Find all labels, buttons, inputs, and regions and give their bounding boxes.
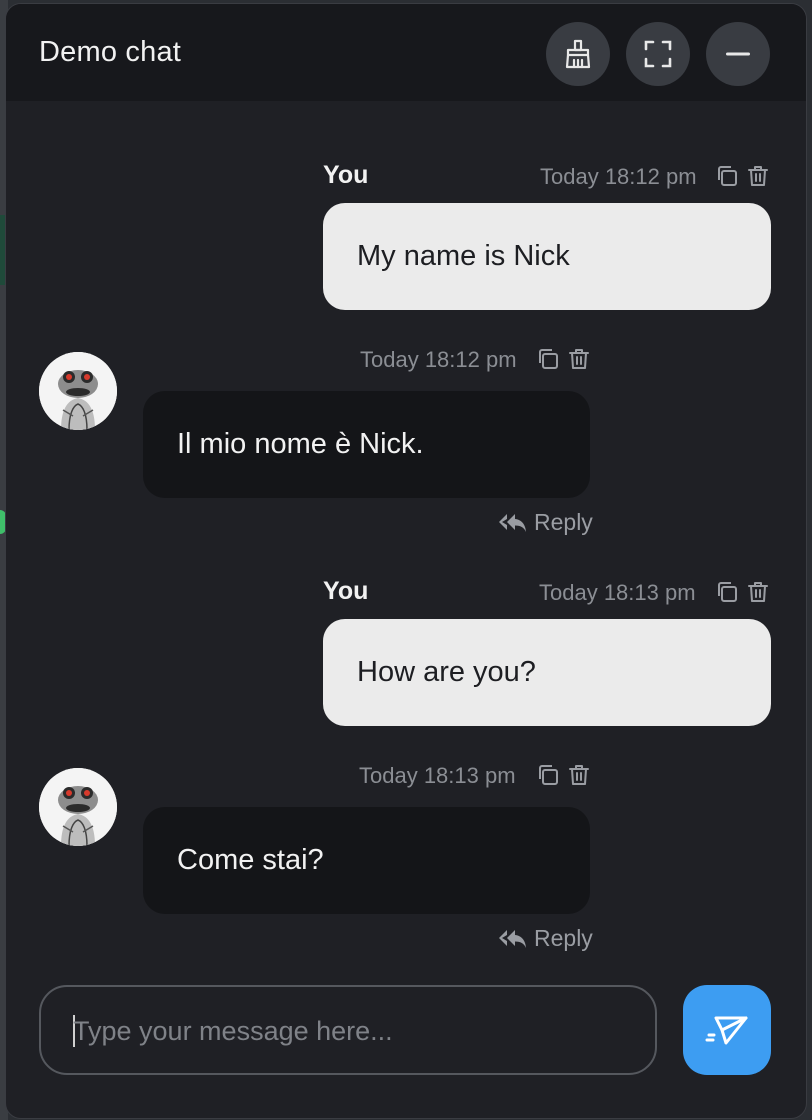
reply-label: Reply [534, 509, 593, 535]
clear-chat-button[interactable] [546, 22, 610, 86]
send-button[interactable] [683, 985, 771, 1075]
trash-icon[interactable] [746, 580, 770, 604]
copy-icon[interactable] [715, 164, 739, 188]
reply-all-icon [499, 513, 526, 532]
creature-avatar-image [39, 352, 117, 430]
message-text: My name is Nick [357, 240, 570, 272]
bot-avatar [39, 768, 117, 846]
reply-label: Reply [534, 925, 593, 951]
message-text: Come stai? [177, 844, 324, 876]
message-timestamp: Today 18:13 pm [539, 580, 696, 605]
incoming-message-bubble: Il mio nome è Nick. [143, 391, 590, 498]
copy-icon[interactable] [536, 347, 560, 371]
copy-icon[interactable] [715, 580, 739, 604]
outgoing-message-bubble: How are you? [323, 619, 771, 726]
minimize-button[interactable] [706, 22, 770, 86]
outgoing-message-bubble: My name is Nick [323, 203, 771, 310]
message-timestamp: Today 18:12 pm [540, 164, 697, 189]
message-sender: You [323, 577, 369, 605]
reply-button[interactable]: Reply [498, 509, 593, 536]
chat-panel: Demo chat You Today 18:12 pm My name is … [5, 3, 807, 1119]
fullscreen-icon [644, 40, 672, 68]
trash-icon[interactable] [567, 763, 591, 787]
message-text: Il mio nome è Nick. [177, 428, 424, 460]
message-text: How are you? [357, 656, 536, 688]
reply-all-icon [499, 929, 526, 948]
trash-icon[interactable] [746, 164, 770, 188]
fullscreen-button[interactable] [626, 22, 690, 86]
message-timestamp: Today 18:13 pm [359, 763, 516, 788]
minus-icon [726, 52, 750, 56]
trash-icon[interactable] [567, 347, 591, 371]
message-input-container [39, 985, 657, 1075]
broom-icon [565, 39, 591, 69]
chat-title: Demo chat [39, 36, 182, 68]
bot-avatar [39, 352, 117, 430]
creature-avatar-image [39, 768, 117, 846]
message-timestamp: Today 18:12 pm [360, 347, 517, 372]
copy-icon[interactable] [536, 763, 560, 787]
message-input[interactable] [71, 1007, 635, 1055]
incoming-message-bubble: Come stai? [143, 807, 590, 914]
message-sender: You [323, 161, 369, 189]
send-icon [705, 1016, 748, 1045]
reply-button[interactable]: Reply [498, 925, 593, 952]
chat-header: Demo chat [6, 4, 806, 101]
